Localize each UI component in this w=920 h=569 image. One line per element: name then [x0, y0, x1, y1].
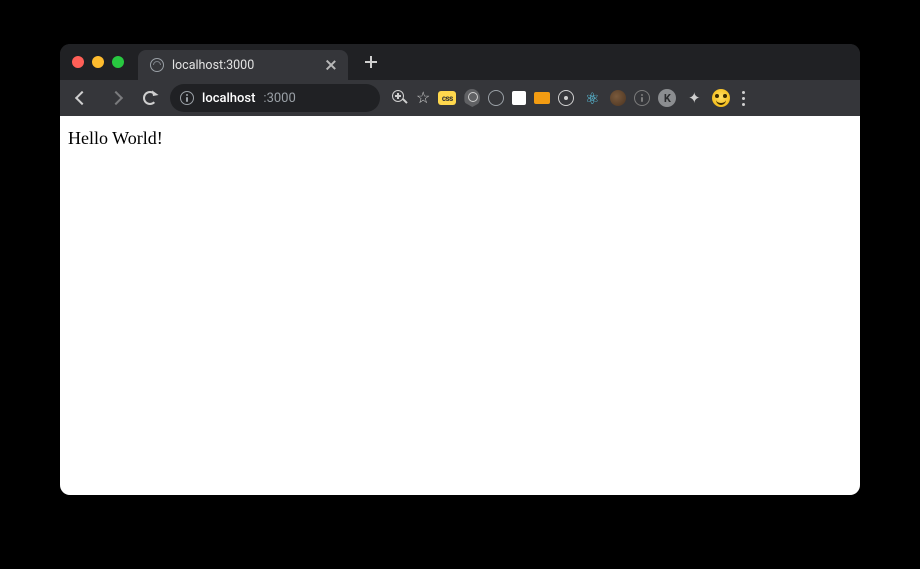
extension-info-icon[interactable]	[634, 90, 650, 106]
toolbar-icons: ☆ css ⚛ K ✦	[392, 88, 749, 108]
extensions-menu-icon[interactable]: ✦	[684, 88, 704, 108]
browser-window: localhost :3000 localhost :3000 ☆ css ⚛ K …	[60, 44, 860, 495]
maximize-window-button[interactable]	[112, 56, 124, 68]
new-tab-button[interactable]	[358, 49, 384, 75]
globe-icon	[150, 58, 164, 72]
page-body-text: Hello World!	[68, 128, 163, 149]
browser-tab[interactable]: localhost:3000	[138, 50, 348, 80]
address-bar[interactable]: localhost :3000	[170, 84, 380, 112]
tab-strip: localhost:3000	[60, 44, 860, 80]
browser-menu-button[interactable]	[738, 91, 749, 106]
minimize-window-button[interactable]	[92, 56, 104, 68]
page-viewport: Hello World!	[60, 116, 860, 495]
forward-button[interactable]	[102, 84, 130, 112]
url-host: localhost	[202, 91, 255, 106]
extension-ublock-icon[interactable]	[464, 89, 480, 107]
extension-orange-icon[interactable]	[534, 92, 550, 104]
site-info-icon[interactable]	[180, 91, 194, 105]
close-window-button[interactable]	[72, 56, 84, 68]
url-port: :3000	[263, 91, 295, 106]
extension-css-icon[interactable]: css	[438, 91, 456, 105]
extension-react-devtools-icon[interactable]: ⚛	[582, 88, 602, 108]
close-tab-button[interactable]	[324, 58, 338, 72]
profile-avatar[interactable]: K	[658, 89, 676, 107]
zoom-icon[interactable]	[392, 90, 408, 106]
extension-brown-icon[interactable]	[610, 90, 626, 106]
extension-square-icon[interactable]	[512, 91, 526, 105]
window-controls	[72, 56, 124, 68]
back-button[interactable]	[68, 84, 96, 112]
tab-title: localhost:3000	[172, 58, 316, 73]
extension-face-icon[interactable]	[712, 89, 730, 107]
toolbar: localhost :3000 ☆ css ⚛ K ✦	[60, 80, 860, 116]
reload-button[interactable]	[136, 84, 164, 112]
extension-circle-icon[interactable]	[488, 90, 504, 106]
extension-target-icon[interactable]	[558, 90, 574, 106]
bookmark-star-icon[interactable]: ☆	[416, 90, 430, 106]
